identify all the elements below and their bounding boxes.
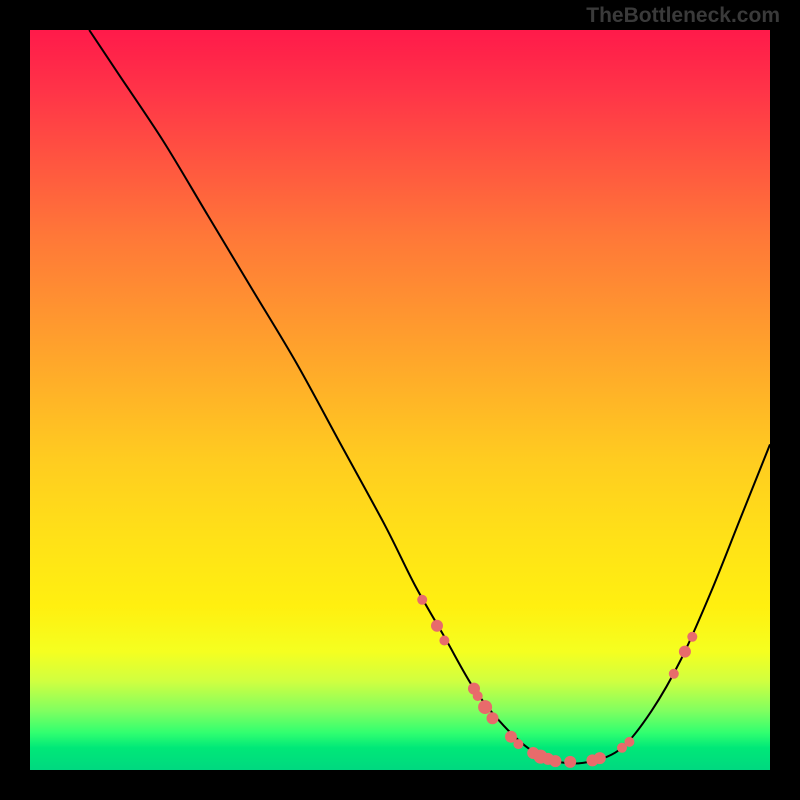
data-marker: [669, 669, 679, 679]
data-marker: [439, 636, 449, 646]
watermark-text: TheBottleneck.com: [586, 4, 780, 28]
data-marker: [549, 755, 561, 767]
data-marker: [687, 632, 697, 642]
data-markers-group: [417, 595, 697, 768]
data-marker: [478, 700, 492, 714]
data-marker: [679, 646, 691, 658]
data-marker: [487, 712, 499, 724]
chart-plot-area: [30, 30, 770, 770]
bottleneck-curve: [89, 30, 770, 763]
data-marker: [473, 691, 483, 701]
data-marker: [624, 737, 634, 747]
data-marker: [417, 595, 427, 605]
chart-svg: [30, 30, 770, 770]
data-marker: [513, 739, 523, 749]
data-marker: [564, 756, 576, 768]
data-marker: [431, 620, 443, 632]
data-marker: [594, 752, 606, 764]
